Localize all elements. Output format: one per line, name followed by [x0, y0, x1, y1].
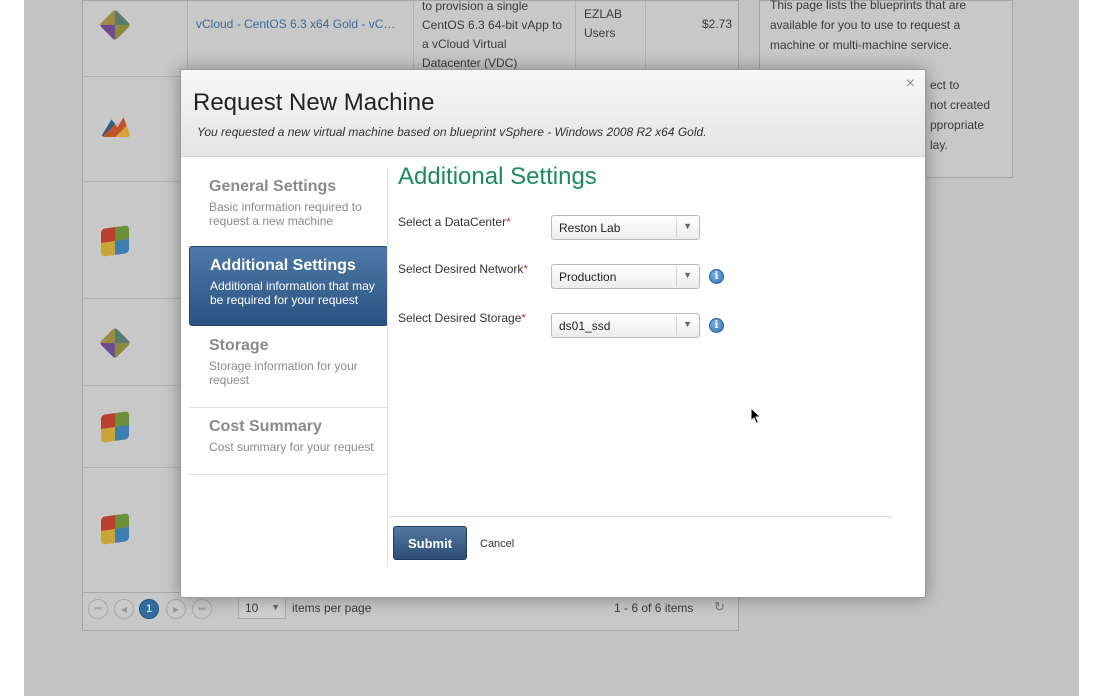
nav-item-desc: Basic information required to request a …	[209, 200, 362, 228]
blueprint-cost: $2.73	[645, 1, 738, 76]
nav-item-additional-settings[interactable]: Additional Settings Additional informati…	[189, 246, 388, 326]
network-select[interactable]: Production ▼	[551, 264, 700, 289]
help-fragment: ect to	[930, 78, 960, 92]
info-icon[interactable]: i	[709, 269, 724, 284]
nav-item-desc: Cost summary for your request	[209, 440, 374, 454]
windows-icon	[101, 225, 129, 257]
pager-range: 1 - 6 of 6 items	[614, 601, 694, 615]
first-page-icon[interactable]: ⏮	[88, 599, 108, 619]
select-divider	[676, 218, 677, 237]
help-fragment: not created	[930, 98, 991, 112]
nav-item-title: Cost Summary	[209, 418, 322, 435]
request-modal: Request New Machine You requested a new …	[180, 69, 926, 598]
storage-value: ds01_ssd	[559, 319, 611, 333]
chevron-down-icon: ▼	[683, 319, 692, 329]
centos-icon	[99, 327, 131, 359]
modal-header: Request New Machine You requested a new …	[181, 70, 925, 157]
nav-item-cost-summary[interactable]: Cost Summary Cost summary for your reque…	[189, 408, 388, 475]
blueprint-group: EZLAB Users	[575, 1, 645, 76]
nav-item-desc: Additional information that may be requi…	[210, 279, 375, 307]
content-divider	[389, 516, 892, 517]
page-size-select[interactable]: 10 ▼	[238, 597, 286, 619]
nav-item-title: General Settings	[209, 178, 337, 195]
nav-item-desc: Storage information for your request	[209, 359, 358, 387]
next-page-icon[interactable]: ▶	[166, 599, 186, 619]
blueprint-name-link[interactable]: vCloud - CentOS 6.3 x64 Gold - vC…	[187, 1, 413, 76]
nav-item-title: Additional Settings	[210, 257, 356, 274]
nav-item-title: Storage	[209, 337, 269, 354]
help-fragment: lay.	[930, 138, 948, 152]
icon-cell	[83, 1, 163, 76]
nav-item-storage[interactable]: Storage Storage information for your req…	[189, 327, 388, 408]
mountain-icon	[101, 117, 131, 137]
refresh-icon[interactable]: ↻	[714, 599, 725, 615]
chevron-down-icon: ▼	[271, 602, 280, 612]
cancel-link[interactable]: Cancel	[480, 538, 514, 550]
blueprint-description: to provision a single CentOS 6.3 64-bit …	[413, 0, 575, 72]
label-text: Select Desired Network	[398, 262, 524, 276]
network-value: Production	[559, 270, 617, 284]
required-marker: *	[523, 262, 529, 276]
chevron-down-icon: ▼	[683, 270, 692, 280]
required-marker: *	[506, 215, 511, 229]
info-icon[interactable]: i	[709, 318, 724, 333]
label-text: Select Desired Storage	[398, 311, 522, 325]
window-edge-left	[0, 0, 24, 696]
table-row[interactable]: vCloud - CentOS 6.3 x64 Gold - vC… to pr…	[83, 0, 738, 77]
wizard-nav: General Settings Basic information requi…	[189, 168, 389, 568]
datacenter-select[interactable]: Reston Lab ▼	[551, 215, 700, 240]
help-text-fragments: ect to not created ppropriate lay.	[930, 75, 990, 155]
storage-label: Select Desired Storage*	[398, 311, 526, 325]
windows-icon	[101, 411, 129, 443]
centos-icon	[99, 9, 131, 41]
mouse-cursor-icon	[750, 407, 762, 425]
items-per-page-label: items per page	[292, 601, 372, 615]
windows-7-icon	[101, 513, 129, 545]
nav-item-general-settings[interactable]: General Settings Basic information requi…	[189, 168, 388, 247]
datacenter-label: Select a DataCenter*	[398, 215, 511, 229]
page-size-value: 10	[245, 601, 259, 615]
help-fragment: ppropriate	[930, 118, 985, 132]
window-edge-right	[1079, 0, 1101, 696]
help-text: This page lists the blueprints that are …	[770, 0, 967, 52]
select-divider	[676, 267, 677, 286]
datacenter-value: Reston Lab	[559, 221, 621, 235]
prev-page-icon[interactable]: ◀	[114, 599, 134, 619]
submit-button[interactable]: Submit	[393, 526, 467, 560]
close-icon[interactable]: ×	[906, 75, 915, 93]
nav-divider	[387, 168, 388, 565]
required-marker: *	[521, 311, 527, 325]
last-page-icon[interactable]: ⏭	[192, 599, 212, 619]
storage-select[interactable]: ds01_ssd ▼	[551, 313, 700, 338]
page-1-button[interactable]: 1	[139, 599, 159, 619]
label-text: Select a DataCenter	[398, 215, 507, 229]
select-divider	[676, 316, 677, 335]
modal-subtitle: You requested a new virtual machine base…	[197, 125, 707, 139]
chevron-down-icon: ▼	[683, 221, 692, 231]
modal-title: Request New Machine	[193, 89, 435, 116]
content-title: Additional Settings	[398, 163, 597, 190]
network-label: Select Desired Network*	[398, 262, 528, 276]
